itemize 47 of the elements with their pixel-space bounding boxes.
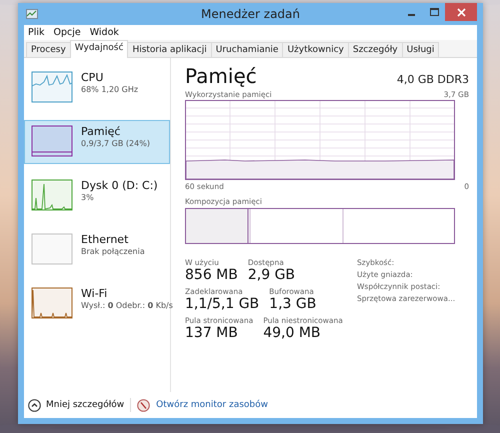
menu-item[interactable]: Widok <box>90 27 119 38</box>
tab[interactable]: Użytkownicy <box>282 42 349 57</box>
device-detail: 0,9/3,7 GB (24%) <box>81 139 150 148</box>
device-name: Wi-Fi <box>81 287 108 300</box>
stat-value: 1,3 GB <box>269 296 316 312</box>
sidebar-item[interactable]: Pamięć 0,9/3,7 GB (24%) <box>24 120 170 164</box>
sidebar-item[interactable]: CPU 68% 1,20 GHz <box>24 66 170 110</box>
device-name: Dysk 0 (D: C:) <box>81 179 158 192</box>
chart-icon <box>26 9 38 19</box>
tab[interactable]: Historia aplikacji <box>127 42 212 57</box>
stat-value: 137 MB <box>185 325 239 341</box>
menu-item[interactable]: Plik <box>28 27 45 38</box>
stat-value: 2,9 GB <box>248 267 296 283</box>
stat-value: 49,0 MB <box>263 325 322 341</box>
sidebar-item[interactable]: Ethernet Brak połączenia <box>24 228 170 272</box>
stat-value: 856 MB <box>185 267 238 283</box>
sparkline-icon <box>31 71 73 103</box>
sidebar-item[interactable]: Wi-Fi Wysł.: 0 Odebr.: 0 Kb/s <box>24 282 170 326</box>
chevron-up-icon <box>28 398 41 412</box>
resource-monitor-link[interactable]: Otwórz monitor zasobów <box>156 400 268 410</box>
menu-item[interactable]: Opcje <box>54 27 81 38</box>
monitor-icon <box>137 398 150 412</box>
window-title: Menedżer zadań <box>201 7 300 21</box>
sparkline-icon <box>31 233 73 265</box>
device-detail: 68% 1,20 GHz <box>81 85 138 94</box>
sidebar-item[interactable]: Dysk 0 (D: C:) 3% <box>24 174 170 218</box>
close-icon <box>456 8 466 16</box>
device-name: Ethernet <box>81 233 130 246</box>
memory-spec: 4,0 GB DDR3 <box>396 73 469 86</box>
sparkline-icon <box>31 287 73 319</box>
close-button[interactable] <box>445 3 477 21</box>
device-detail: 3% <box>81 193 95 202</box>
fewer-details-button[interactable]: Mniej szczegółów <box>28 398 124 412</box>
tab[interactable]: Szczegóły <box>348 42 403 57</box>
sparkline-icon <box>31 179 73 211</box>
tab[interactable]: Uruchamianie <box>210 42 284 57</box>
stat-value: 1,1/5,1 GB <box>185 296 260 312</box>
device-detail: Brak połączenia <box>81 247 145 256</box>
device-detail: Wysł.: 0 Odebr.: 0 Kb/s <box>81 301 173 310</box>
tab[interactable]: Wydajność <box>70 40 128 58</box>
tab[interactable]: Usługi <box>402 42 440 57</box>
sparkline-icon <box>31 125 73 157</box>
panel-title: Pamięć <box>185 64 257 88</box>
device-name: CPU <box>81 71 104 84</box>
device-name: Pamięć <box>81 125 122 138</box>
tab[interactable]: Procesy <box>26 42 71 57</box>
maximize-icon <box>430 8 438 16</box>
